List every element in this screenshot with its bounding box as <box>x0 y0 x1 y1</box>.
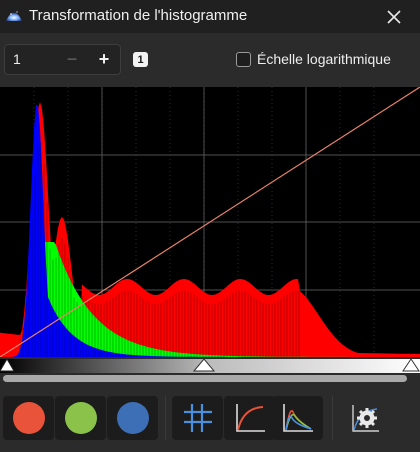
toolbar-separator <box>165 396 166 440</box>
zoom-spinbox[interactable]: 1 − + <box>4 44 121 75</box>
title-bar: Transformation de l'histogramme <box>0 0 420 33</box>
window-title: Transformation de l'histogramme <box>29 7 248 24</box>
red-channel-button[interactable] <box>3 396 54 440</box>
red-channel-swatch <box>12 402 45 434</box>
channel-badge: 1 <box>133 52 148 67</box>
horizontal-scrollbar[interactable] <box>3 375 407 382</box>
curve-icon <box>235 404 265 432</box>
grid-toggle-button[interactable] <box>172 396 223 440</box>
histogram-display-button[interactable] <box>272 396 323 440</box>
settings-button[interactable] <box>338 396 389 440</box>
histogram-icon <box>282 404 313 432</box>
blue-channel-button[interactable] <box>107 396 158 440</box>
log-scale-checkbox[interactable] <box>236 52 251 67</box>
log-scale-label[interactable]: Échelle logarithmique <box>257 51 391 67</box>
zoom-value[interactable]: 1 <box>13 51 21 67</box>
bottom-toolbar <box>0 394 420 452</box>
stretch-slider-area <box>0 357 420 394</box>
close-button[interactable] <box>376 3 412 30</box>
histogram-plot[interactable] <box>0 87 420 357</box>
close-icon <box>387 9 401 24</box>
curve-toggle-button[interactable] <box>224 396 275 440</box>
zoom-decrement-button[interactable]: − <box>55 45 89 74</box>
blue-channel-swatch <box>116 402 149 434</box>
green-channel-button[interactable] <box>55 396 106 440</box>
app-nebula-icon <box>6 11 22 21</box>
gear-icon <box>351 405 379 432</box>
grid-icon <box>183 404 212 432</box>
top-toolbar: 1 − + 1 Échelle logarithmique <box>0 33 420 87</box>
green-channel-swatch <box>64 402 97 434</box>
histogram-canvas[interactable] <box>0 87 420 357</box>
toolbar-separator <box>332 396 333 440</box>
zoom-increment-button[interactable]: + <box>87 45 121 74</box>
